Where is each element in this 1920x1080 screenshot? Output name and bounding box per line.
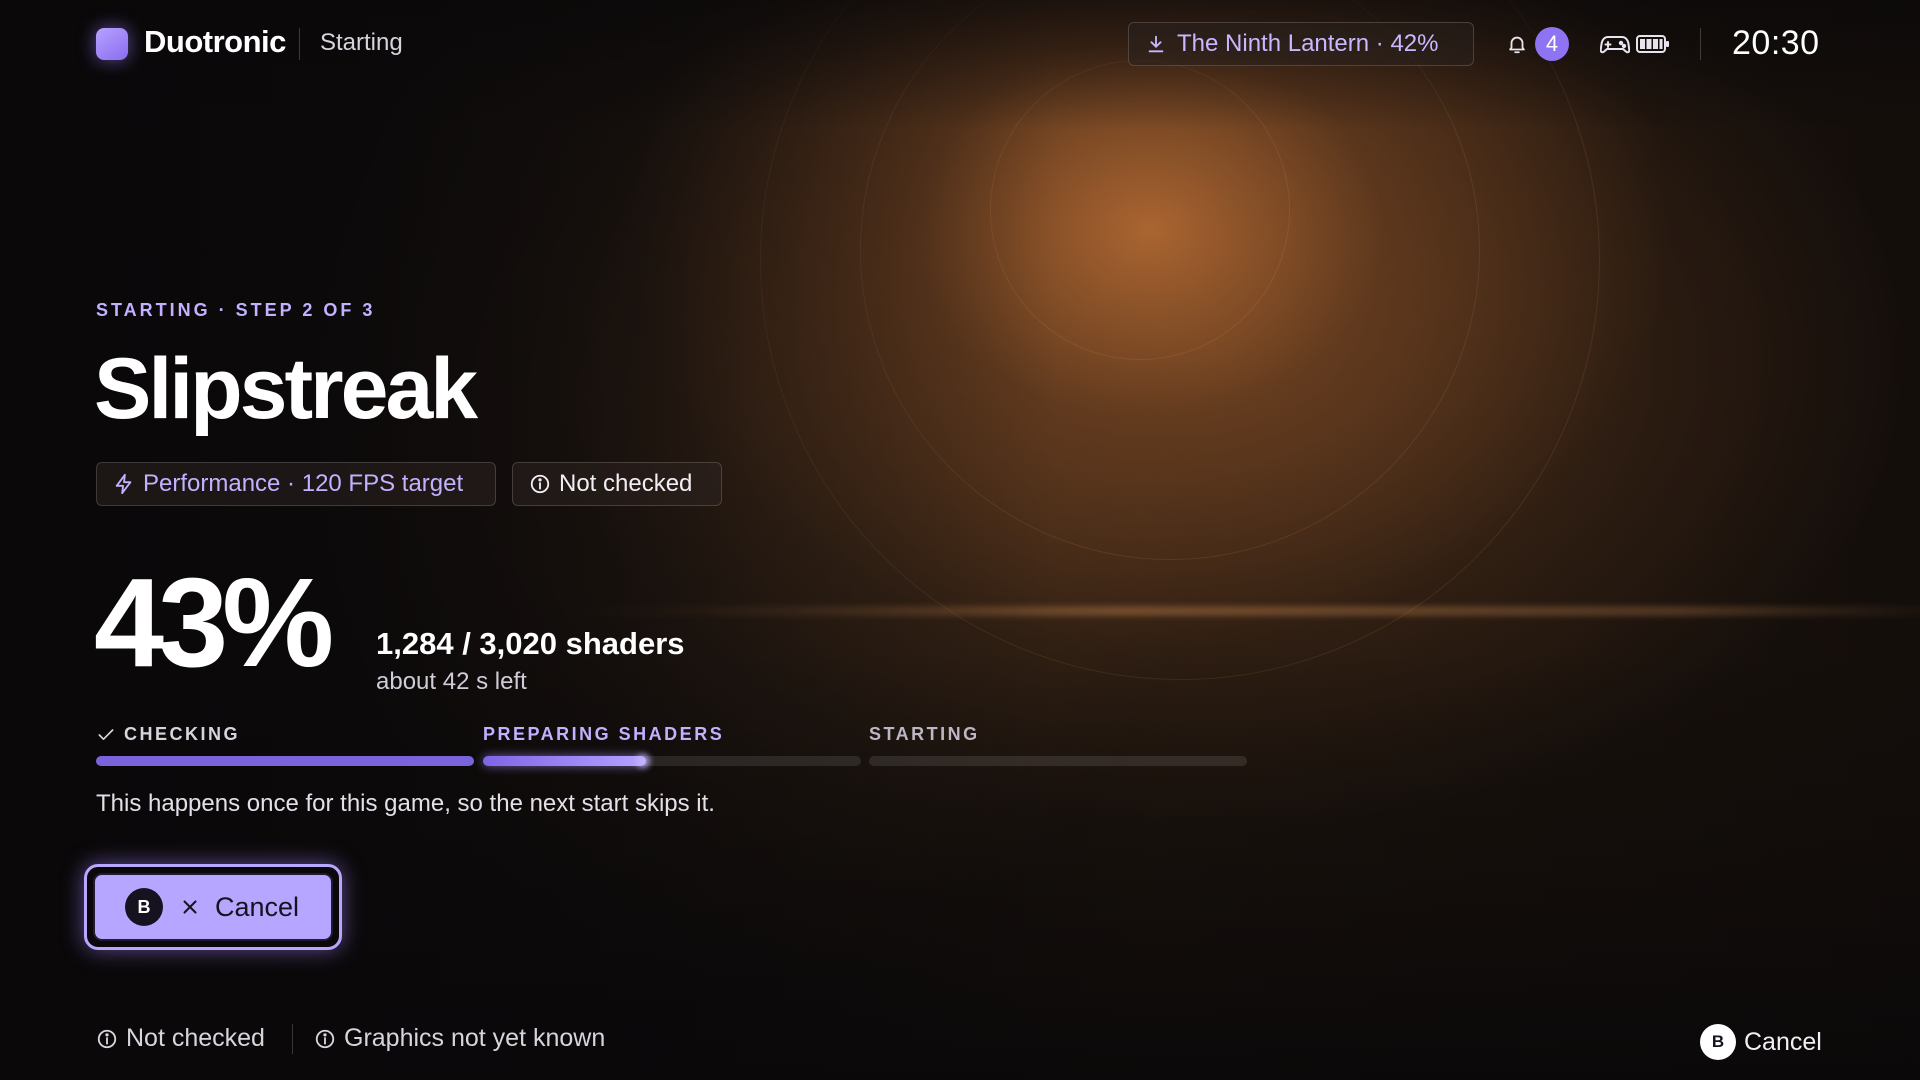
footer-status-label: Graphics not yet known: [344, 1024, 606, 1052]
info-icon: [97, 1029, 117, 1048]
footer-status-check: Not checked: [96, 1024, 265, 1053]
step-checking: CHECKING: [96, 724, 240, 745]
progress-percent: 43%: [94, 552, 334, 693]
page-context: Starting: [320, 29, 403, 56]
gamepad-icon: [1600, 36, 1630, 54]
check-icon: [98, 728, 114, 740]
progress-track-checking: [96, 756, 474, 766]
step-preparing-shaders: PREPARING SHADERS: [483, 724, 725, 744]
info-icon: [530, 474, 550, 494]
cancel-button-face[interactable]: B Cancel: [93, 873, 333, 941]
step-label: CHECKING: [124, 724, 241, 744]
footer-cancel-hint[interactable]: B Cancel: [1700, 1024, 1822, 1060]
footer-status-label: Not checked: [126, 1024, 265, 1052]
download-status[interactable]: The Ninth Lantern · 42%: [1128, 22, 1474, 66]
game-title: Slipstreak: [94, 341, 478, 437]
bell-icon[interactable]: [1506, 33, 1528, 55]
progress-track-shaders: [483, 756, 861, 766]
cancel-button-label: Cancel: [215, 891, 300, 922]
progress-fill: [483, 756, 646, 766]
progress-track-starting: [869, 756, 1247, 766]
top-bar: Duotronic Starting The Ninth Lantern · 4…: [0, 0, 1920, 86]
divider: [1700, 28, 1701, 60]
step-starting: STARTING: [869, 724, 980, 744]
performance-chip-label: Performance · 120 FPS target: [143, 470, 464, 497]
shader-count: 1,284 / 3,020 shaders: [376, 626, 685, 661]
notification-badge[interactable]: 4: [1535, 27, 1569, 61]
clock: 20:30: [1732, 24, 1820, 62]
footer-status-graphics: Graphics not yet known: [314, 1024, 605, 1053]
brand-logo: [96, 28, 128, 60]
footer-cancel-label: Cancel: [1744, 1027, 1822, 1056]
time-remaining: about 42 s left: [376, 668, 527, 695]
compatibility-chip-label: Not checked: [559, 470, 693, 497]
step-eyebrow: STARTING · STEP 2 OF 3: [96, 300, 376, 320]
battery-icon: [1636, 35, 1669, 53]
b-button-glyph: B: [1700, 1024, 1736, 1060]
b-button-glyph: B: [125, 888, 163, 926]
download-icon: [1148, 35, 1164, 53]
cancel-button[interactable]: B Cancel: [84, 864, 342, 950]
bolt-icon: [115, 473, 132, 495]
info-icon: [315, 1029, 335, 1048]
close-icon: [183, 900, 197, 914]
divider: [292, 1024, 293, 1054]
download-label: The Ninth Lantern · 42%: [1177, 30, 1439, 57]
divider: [299, 28, 300, 60]
performance-chip: Performance · 120 FPS target: [96, 462, 496, 506]
compatibility-chip: Not checked: [512, 462, 722, 506]
info-note: This happens once for this game, so the …: [96, 790, 715, 817]
brand-name: Duotronic: [144, 24, 286, 59]
